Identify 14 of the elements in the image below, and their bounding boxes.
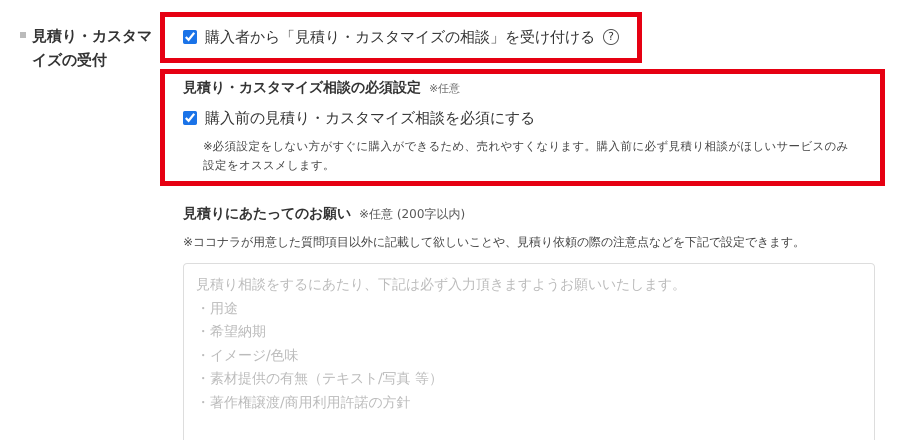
checkbox-label: 購入者から「見積り・カスタマイズの相談」を受け付ける — [205, 27, 595, 48]
optional-note: ※任意 — [429, 80, 460, 96]
section-title: 見積り・カスタマイズ相談の必須設定 — [183, 78, 421, 98]
request-textarea[interactable]: 見積り相談をするにあたり、下記は必ず入力頂きますようお願いいたします。 ・用途 ・希望納期 ・イメージ/色味 ・素材提供の有無（テキスト/写真 等） ・著作権譲渡/商用利用許諾の方針 — [183, 263, 875, 440]
checkbox-label: 購入前の見積り・カスタマイズ相談を必須にする — [205, 108, 535, 128]
help-text: ※ココナラが用意した質問項目以外に記載して欲しいことや、見積り依頼の際の注意点などを下記で設定できます。 — [183, 234, 806, 251]
optional-note: ※任意 (200字以内) — [359, 206, 466, 223]
bullet-icon — [20, 32, 26, 38]
field-label: 見積り・カスタマイズの受付 — [32, 26, 153, 71]
help-text: ※必須設定をしない方がすぐに購入ができるため、売れやすくなります。購入前に必ず見積り相談がほしいサービスのみ設定をオススメします。 — [202, 138, 850, 174]
help-icon[interactable]: ? — [603, 29, 619, 46]
section-title: 見積りにあたってのお願い — [183, 205, 351, 224]
checkbox[interactable] — [183, 30, 197, 44]
checkbox[interactable] — [183, 110, 197, 125]
